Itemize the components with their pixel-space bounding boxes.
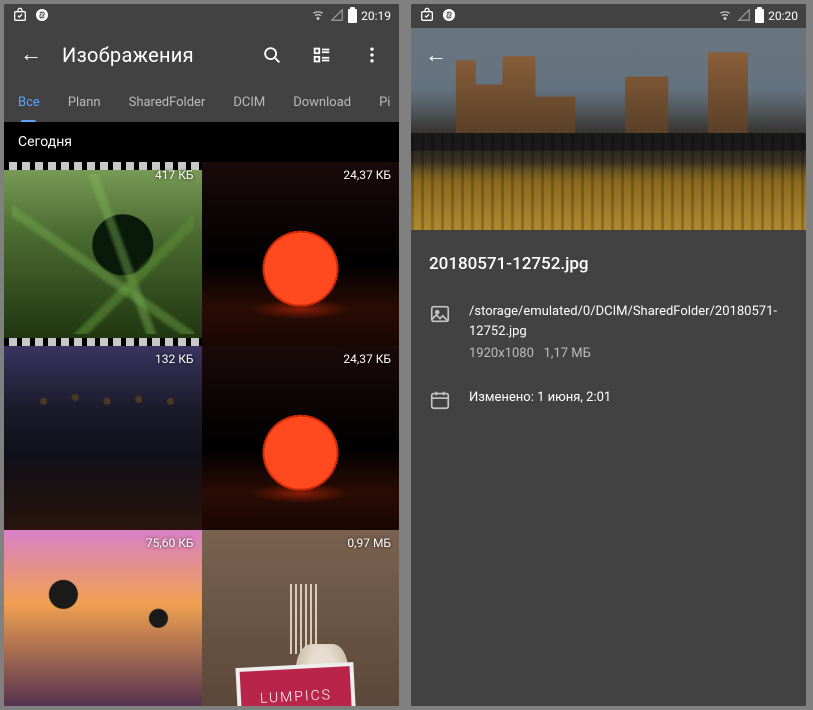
file-size-badge: 24,37 КБ — [343, 352, 391, 366]
image-icon — [429, 303, 451, 329]
tab-more[interactable]: Pi — [365, 82, 399, 122]
thumbnail-item[interactable]: 24,37 КБ — [202, 162, 400, 346]
detail-app-bar — [411, 28, 806, 84]
phone-right: 20:20 20180571-12752.jpg /storage/emulat… — [411, 4, 806, 706]
thumbnail-item[interactable]: 132 КБ — [4, 346, 202, 530]
thumbnail-item[interactable]: 417 КБ — [4, 162, 202, 346]
detail-body: 20180571-12752.jpg /storage/emulated/0/D… — [411, 230, 806, 706]
status-bar: 20:19 — [4, 4, 399, 28]
brand-badge: LUMPICS — [240, 666, 353, 706]
status-time: 20:20 — [768, 9, 798, 23]
search-button[interactable] — [253, 36, 291, 74]
detail-filesize: 1,17 МБ — [544, 346, 591, 361]
back-button[interactable] — [417, 37, 455, 75]
thumbnail-item[interactable]: 24,37 КБ — [202, 346, 400, 530]
detail-resolution: 1920x1080 — [469, 346, 534, 361]
shazam-icon — [34, 7, 50, 26]
file-size-badge: 0,97 МБ — [347, 536, 391, 550]
detail-path: /storage/emulated/0/DCIM/SharedFolder/20… — [469, 302, 788, 342]
wifi-icon — [717, 8, 733, 25]
app-bar: Изображения — [4, 28, 399, 82]
section-header: Сегодня — [4, 122, 399, 162]
thumbnail-item[interactable]: 75,60 КБ — [4, 530, 202, 706]
detail-modified: Изменено: 1 июня, 2:01 — [469, 388, 611, 408]
overflow-menu-button[interactable] — [353, 36, 391, 74]
thumbnail-grid: 417 КБ 24,37 КБ 132 КБ 24,37 КБ 75,60 КБ… — [4, 162, 399, 706]
shazam-icon — [441, 7, 457, 26]
file-size-badge: 24,37 КБ — [343, 168, 391, 182]
status-bar: 20:20 — [411, 4, 806, 28]
wifi-icon — [310, 8, 326, 25]
detail-row-path: /storage/emulated/0/DCIM/SharedFolder/20… — [429, 302, 788, 364]
shop-icon — [419, 7, 435, 26]
page-title: Изображения — [62, 43, 241, 67]
calendar-icon — [429, 389, 451, 415]
phone-left: 20:19 Изображения Все Plann SharedFolder… — [4, 4, 399, 706]
file-size-badge: 75,60 КБ — [146, 536, 194, 550]
battery-icon — [348, 9, 357, 23]
tab-dcim[interactable]: DCIM — [219, 82, 279, 122]
view-list-button[interactable] — [303, 36, 341, 74]
tab-download[interactable]: Download — [279, 82, 365, 122]
detail-filename: 20180571-12752.jpg — [429, 254, 788, 274]
status-time: 20:19 — [361, 9, 391, 23]
detail-row-modified: Изменено: 1 июня, 2:01 — [429, 388, 788, 415]
cellular-icon — [330, 8, 344, 25]
shop-icon — [12, 7, 28, 26]
thumbnail-item[interactable]: 0,97 МБ LUMPICS — [202, 530, 400, 706]
battery-icon — [755, 9, 764, 23]
back-button[interactable] — [12, 36, 50, 74]
file-size-badge: 132 КБ — [155, 352, 193, 366]
tab-plann[interactable]: Plann — [54, 82, 115, 122]
cellular-icon — [737, 8, 751, 25]
film-strip-icon — [4, 338, 202, 346]
file-size-badge: 417 КБ — [155, 168, 193, 182]
tab-all[interactable]: Все — [4, 82, 54, 122]
tab-sharedfolder[interactable]: SharedFolder — [115, 82, 220, 122]
filter-tabs: Все Plann SharedFolder DCIM Download Pi — [4, 82, 399, 122]
